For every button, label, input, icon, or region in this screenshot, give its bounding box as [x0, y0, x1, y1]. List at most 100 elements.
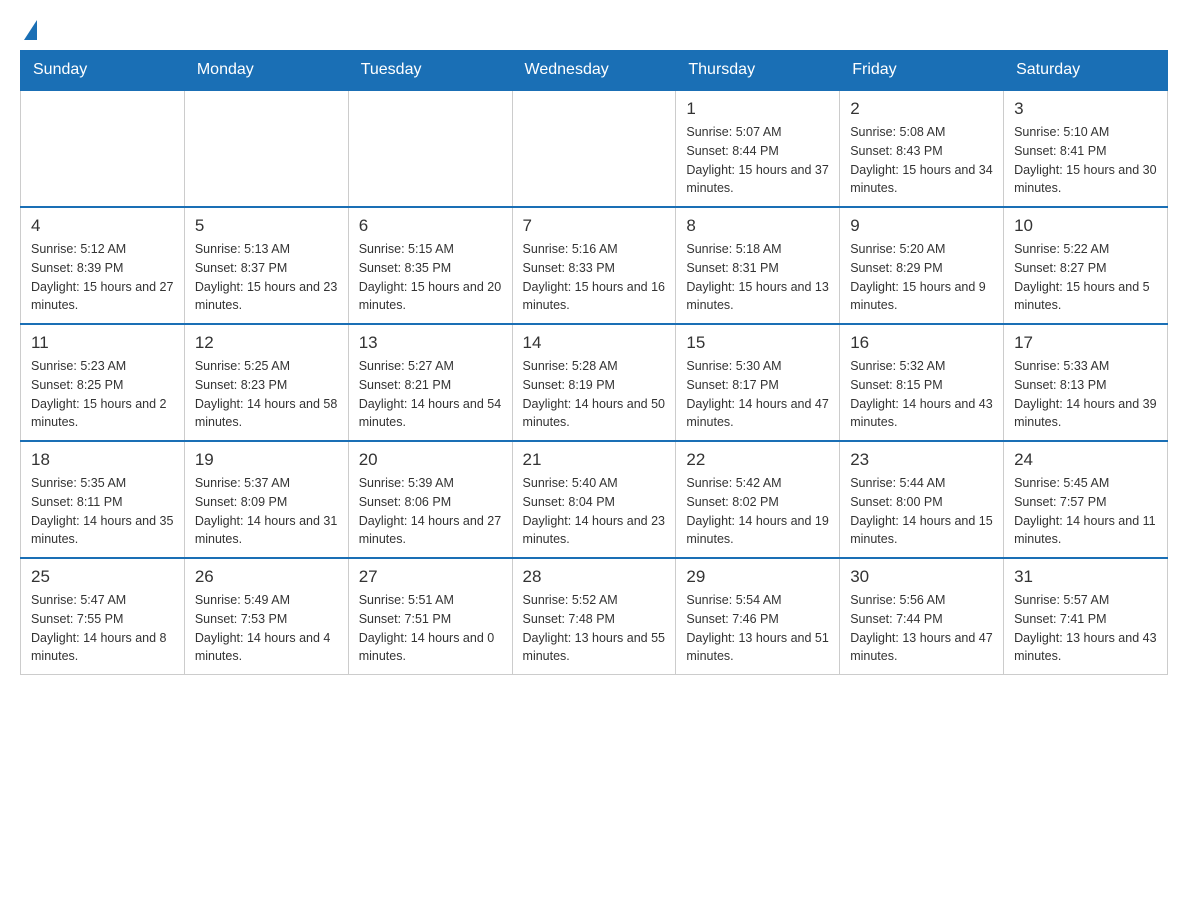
calendar-cell: 24Sunrise: 5:45 AMSunset: 7:57 PMDayligh… — [1004, 441, 1168, 558]
weekday-header-sunday: Sunday — [21, 51, 185, 91]
day-number: 21 — [523, 450, 666, 470]
calendar-cell: 30Sunrise: 5:56 AMSunset: 7:44 PMDayligh… — [840, 558, 1004, 675]
calendar-cell — [348, 90, 512, 207]
calendar-cell — [512, 90, 676, 207]
calendar-cell: 6Sunrise: 5:15 AMSunset: 8:35 PMDaylight… — [348, 207, 512, 324]
weekday-header-row: SundayMondayTuesdayWednesdayThursdayFrid… — [21, 51, 1168, 91]
weekday-header-wednesday: Wednesday — [512, 51, 676, 91]
day-number: 27 — [359, 567, 502, 587]
calendar-cell: 10 Sunrise: 5:22 AMSunset: 8:27 PMDayligh… — [1004, 207, 1168, 324]
calendar-cell: 8 Sunrise: 5:18 AMSunset: 8:31 PMDaylight… — [676, 207, 840, 324]
day-info: Sunrise: 5:39 AMSunset: 8:06 PMDaylight:… — [359, 474, 502, 549]
week-row-1: 1 Sunrise: 5:07 AMSunset: 8:44 PMDaylight… — [21, 90, 1168, 207]
day-info: Sunrise: 5:45 AMSunset: 7:57 PMDaylight:… — [1014, 474, 1157, 549]
day-number: 17 — [1014, 333, 1157, 353]
calendar-cell: 7 Sunrise: 5:16 AMSunset: 8:33 PMDaylight… — [512, 207, 676, 324]
calendar-cell: 9Sunrise: 5:20 AMSunset: 8:29 PMDaylight… — [840, 207, 1004, 324]
calendar-cell: 4 Sunrise: 5:12 AMSunset: 8:39 PMDaylight… — [21, 207, 185, 324]
day-number: 18 — [31, 450, 174, 470]
day-number: 31 — [1014, 567, 1157, 587]
calendar-cell: 3 Sunrise: 5:10 AMSunset: 8:41 PMDaylight… — [1004, 90, 1168, 207]
day-info: Sunrise: 5:23 AMSunset: 8:25 PMDaylight:… — [31, 357, 174, 432]
day-number: 19 — [195, 450, 338, 470]
day-number: 7 — [523, 216, 666, 236]
day-info: Sunrise: 5:40 AMSunset: 8:04 PMDaylight:… — [523, 474, 666, 549]
calendar-cell: 31Sunrise: 5:57 AMSunset: 7:41 PMDayligh… — [1004, 558, 1168, 675]
calendar-cell: 16 Sunrise: 5:32 AMSunset: 8:15 PMDayligh… — [840, 324, 1004, 441]
day-info: Sunrise: 5:10 AMSunset: 8:41 PMDaylight:… — [1014, 123, 1157, 198]
calendar-cell: 23 Sunrise: 5:44 AMSunset: 8:00 PMDayligh… — [840, 441, 1004, 558]
day-info: Sunrise: 5:54 AMSunset: 7:46 PMDaylight:… — [686, 591, 829, 666]
week-row-5: 25 Sunrise: 5:47 AMSunset: 7:55 PMDayligh… — [21, 558, 1168, 675]
calendar-cell: 15Sunrise: 5:30 AMSunset: 8:17 PMDayligh… — [676, 324, 840, 441]
day-number: 4 — [31, 216, 174, 236]
weekday-header-monday: Monday — [184, 51, 348, 91]
day-info: Sunrise: 5:42 AMSunset: 8:02 PMDaylight:… — [686, 474, 829, 549]
day-number: 30 — [850, 567, 993, 587]
day-number: 11 — [31, 333, 174, 353]
day-info: Sunrise: 5:27 AMSunset: 8:21 PMDaylight:… — [359, 357, 502, 432]
day-number: 22 — [686, 450, 829, 470]
day-info: Sunrise: 5:07 AMSunset: 8:44 PMDaylight:… — [686, 123, 829, 198]
day-info: Sunrise: 5:20 AMSunset: 8:29 PMDaylight:… — [850, 240, 993, 315]
calendar-cell: 20 Sunrise: 5:39 AMSunset: 8:06 PMDayligh… — [348, 441, 512, 558]
day-number: 26 — [195, 567, 338, 587]
page-header — [20, 20, 1168, 40]
calendar-cell: 2Sunrise: 5:08 AMSunset: 8:43 PMDaylight… — [840, 90, 1004, 207]
calendar-cell: 25 Sunrise: 5:47 AMSunset: 7:55 PMDayligh… — [21, 558, 185, 675]
day-number: 8 — [686, 216, 829, 236]
day-number: 12 — [195, 333, 338, 353]
day-number: 5 — [195, 216, 338, 236]
day-info: Sunrise: 5:18 AMSunset: 8:31 PMDaylight:… — [686, 240, 829, 315]
day-number: 23 — [850, 450, 993, 470]
day-number: 29 — [686, 567, 829, 587]
day-number: 20 — [359, 450, 502, 470]
day-info: Sunrise: 5:28 AMSunset: 8:19 PMDaylight:… — [523, 357, 666, 432]
day-info: Sunrise: 5:37 AMSunset: 8:09 PMDaylight:… — [195, 474, 338, 549]
day-number: 16 — [850, 333, 993, 353]
day-info: Sunrise: 5:35 AMSunset: 8:11 PMDaylight:… — [31, 474, 174, 549]
calendar-cell: 28 Sunrise: 5:52 AMSunset: 7:48 PMDayligh… — [512, 558, 676, 675]
day-number: 6 — [359, 216, 502, 236]
calendar-cell: 11 Sunrise: 5:23 AMSunset: 8:25 PMDayligh… — [21, 324, 185, 441]
day-info: Sunrise: 5:32 AMSunset: 8:15 PMDaylight:… — [850, 357, 993, 432]
day-info: Sunrise: 5:33 AMSunset: 8:13 PMDaylight:… — [1014, 357, 1157, 432]
calendar-cell: 1 Sunrise: 5:07 AMSunset: 8:44 PMDaylight… — [676, 90, 840, 207]
calendar-cell: 27 Sunrise: 5:51 AMSunset: 7:51 PMDayligh… — [348, 558, 512, 675]
day-info: Sunrise: 5:52 AMSunset: 7:48 PMDaylight:… — [523, 591, 666, 666]
calendar-cell: 19 Sunrise: 5:37 AMSunset: 8:09 PMDayligh… — [184, 441, 348, 558]
day-number: 3 — [1014, 99, 1157, 119]
day-number: 14 — [523, 333, 666, 353]
weekday-header-friday: Friday — [840, 51, 1004, 91]
day-number: 2 — [850, 99, 993, 119]
calendar-cell: 29 Sunrise: 5:54 AMSunset: 7:46 PMDayligh… — [676, 558, 840, 675]
calendar-cell: 14 Sunrise: 5:28 AMSunset: 8:19 PMDayligh… — [512, 324, 676, 441]
calendar-cell — [21, 90, 185, 207]
day-number: 28 — [523, 567, 666, 587]
day-number: 13 — [359, 333, 502, 353]
calendar-cell: 12Sunrise: 5:25 AMSunset: 8:23 PMDayligh… — [184, 324, 348, 441]
calendar-table: SundayMondayTuesdayWednesdayThursdayFrid… — [20, 50, 1168, 675]
week-row-2: 4 Sunrise: 5:12 AMSunset: 8:39 PMDaylight… — [21, 207, 1168, 324]
day-info: Sunrise: 5:51 AMSunset: 7:51 PMDaylight:… — [359, 591, 502, 666]
weekday-header-tuesday: Tuesday — [348, 51, 512, 91]
week-row-3: 11 Sunrise: 5:23 AMSunset: 8:25 PMDayligh… — [21, 324, 1168, 441]
day-info: Sunrise: 5:47 AMSunset: 7:55 PMDaylight:… — [31, 591, 174, 666]
day-number: 1 — [686, 99, 829, 119]
day-info: Sunrise: 5:49 AMSunset: 7:53 PMDaylight:… — [195, 591, 338, 666]
calendar-cell: 13 Sunrise: 5:27 AMSunset: 8:21 PMDayligh… — [348, 324, 512, 441]
calendar-cell: 5Sunrise: 5:13 AMSunset: 8:37 PMDaylight… — [184, 207, 348, 324]
day-info: Sunrise: 5:30 AMSunset: 8:17 PMDaylight:… — [686, 357, 829, 432]
day-info: Sunrise: 5:44 AMSunset: 8:00 PMDaylight:… — [850, 474, 993, 549]
week-row-4: 18 Sunrise: 5:35 AMSunset: 8:11 PMDayligh… — [21, 441, 1168, 558]
day-info: Sunrise: 5:12 AMSunset: 8:39 PMDaylight:… — [31, 240, 174, 315]
day-info: Sunrise: 5:16 AMSunset: 8:33 PMDaylight:… — [523, 240, 666, 315]
calendar-cell: 18 Sunrise: 5:35 AMSunset: 8:11 PMDayligh… — [21, 441, 185, 558]
day-info: Sunrise: 5:22 AMSunset: 8:27 PMDaylight:… — [1014, 240, 1157, 315]
weekday-header-saturday: Saturday — [1004, 51, 1168, 91]
logo-triangle — [24, 20, 37, 40]
day-number: 25 — [31, 567, 174, 587]
calendar-cell: 26 Sunrise: 5:49 AMSunset: 7:53 PMDayligh… — [184, 558, 348, 675]
day-number: 10 — [1014, 216, 1157, 236]
calendar-cell — [184, 90, 348, 207]
